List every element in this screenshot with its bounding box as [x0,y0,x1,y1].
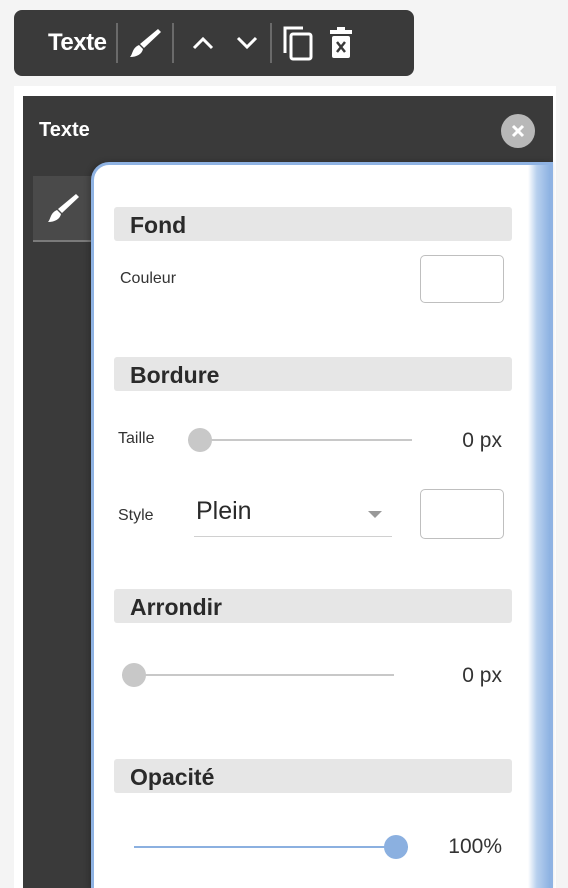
border-color-picker[interactable] [420,489,504,539]
border-style-value: Plein [196,497,252,525]
chevron-up-icon[interactable] [190,23,216,63]
tab-style[interactable] [33,176,93,242]
slider-track [122,674,394,676]
toolbar-separator [270,23,273,63]
radius-slider[interactable] [122,663,394,687]
element-toolbar: Texte [14,10,414,76]
border-style-select[interactable]: Plein [194,493,392,537]
copy-icon[interactable] [282,23,314,63]
toolbar-separator [172,23,175,63]
section-header-opacite: Opacité [114,759,512,793]
section-header-fond: Fond [114,207,512,241]
section-header-arrondir: Arrondir [114,589,512,623]
toolbar-separator [116,23,119,63]
section-header-bordure: Bordure [114,357,512,391]
background-color-picker[interactable] [420,255,504,303]
opacity-value: 100% [448,835,502,858]
scrollbar[interactable] [528,165,550,888]
slider-thumb[interactable] [384,835,408,859]
radius-value: 0 px [462,664,502,687]
close-button[interactable] [501,114,535,148]
panel-title: Texte [39,119,90,141]
slider-thumb[interactable] [188,428,212,452]
opacity-slider[interactable] [134,835,408,859]
style-settings-card: Fond Couleur Bordure Taille 0 px Style P… [91,162,553,888]
slider-thumb[interactable] [122,663,146,687]
chevron-down-icon[interactable] [234,23,260,63]
properties-panel: Texte Fond Couleur Bordure Taille 0 px S… [23,96,553,888]
brush-icon[interactable] [128,23,162,63]
close-icon [511,124,525,138]
border-style-label: Style [118,507,154,524]
border-size-slider[interactable] [188,428,412,452]
border-size-value: 0 px [462,429,502,452]
dropdown-caret-icon [368,511,382,518]
border-size-label: Taille [118,430,155,447]
brush-icon [48,194,79,222]
toolbar-label: Texte [48,29,107,56]
delete-icon[interactable] [328,23,354,63]
slider-track [188,439,412,441]
slider-track [134,846,408,848]
color-label: Couleur [120,270,177,287]
